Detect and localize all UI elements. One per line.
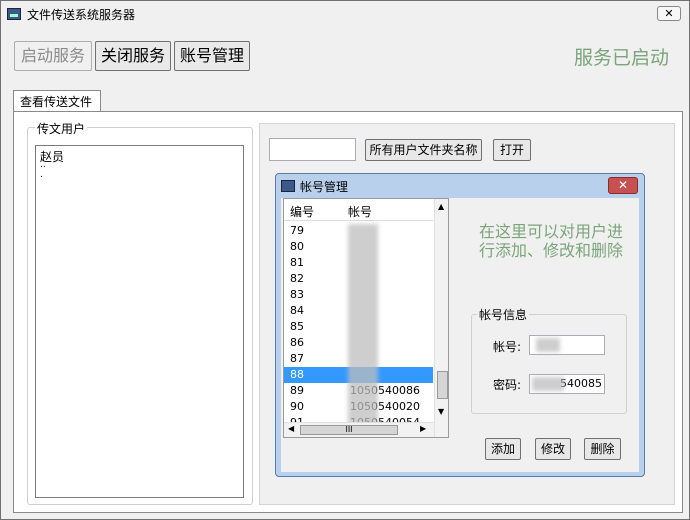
row-id: 88 — [290, 368, 304, 381]
redaction-blur — [536, 338, 560, 352]
scroll-right-icon[interactable]: ▶ — [420, 424, 426, 433]
dialog-icon — [281, 180, 295, 192]
account-dialog: 帐号管理 ✕ 编号 帐号 79 80 81 82 83 84 85 86 87 88 89 10505… — [275, 173, 645, 477]
column-header-id[interactable]: 编号 — [290, 203, 314, 220]
row-id: 87 — [290, 352, 304, 365]
dialog-body: 编号 帐号 79 80 81 82 83 84 85 86 87 88 89 1050540086 90… — [281, 198, 639, 472]
account-field[interactable] — [529, 335, 605, 355]
grid-header: 编号 帐号 — [284, 199, 433, 221]
redaction-blur — [532, 377, 564, 391]
row-id: 86 — [290, 336, 304, 349]
open-button[interactable]: 打开 — [493, 139, 531, 161]
scroll-up-icon[interactable]: ▲ — [438, 202, 444, 211]
row-id: 90 — [290, 400, 304, 413]
hint-text: 在这里可以对用户进行添加、修改和删除 — [479, 222, 624, 260]
users-list[interactable]: 赵员 .. . — [35, 145, 244, 498]
service-status: 服务已启动 — [573, 47, 669, 69]
account-management-button[interactable]: 账号管理 — [174, 41, 250, 71]
hscroll-thumb[interactable]: III — [300, 425, 398, 435]
server-window: 文件传送系统服务器 ✕ 启动服务 关闭服务 账号管理 服务已启动 查看传送文件 … — [0, 0, 690, 520]
start-service-button[interactable]: 启动服务 — [14, 41, 92, 71]
horizontal-scrollbar[interactable]: ◀ III ▶ — [284, 422, 434, 437]
account-label: 帐号: — [493, 340, 522, 354]
delete-account-button[interactable]: 删除 — [584, 438, 621, 460]
close-window-button[interactable]: ✕ — [657, 6, 681, 21]
tab-view-files[interactable]: 查看传送文件 — [13, 90, 101, 112]
edit-account-button[interactable]: 修改 — [535, 438, 571, 460]
row-id: 79 — [290, 224, 304, 237]
scroll-thumb[interactable] — [437, 371, 448, 399]
all-folder-names-button[interactable]: 所有用户文件夹名称 — [365, 139, 482, 161]
row-id: 89 — [290, 384, 304, 397]
vertical-scrollbar[interactable]: ▲ ▼ — [434, 199, 448, 437]
password-label: 密码: — [493, 378, 522, 392]
title-bar: 文件传送系统服务器 ✕ — [1, 1, 689, 27]
stop-service-button[interactable]: 关闭服务 — [95, 41, 171, 71]
window-title: 文件传送系统服务器 — [27, 8, 136, 22]
list-item[interactable]: . — [40, 170, 43, 180]
list-item[interactable]: .. — [40, 160, 46, 170]
add-account-button[interactable]: 添加 — [485, 438, 521, 460]
redaction-blur — [348, 224, 378, 429]
account-info-label: 帐号信息 — [477, 306, 530, 323]
row-id: 81 — [290, 256, 304, 269]
users-group-label: 传文用户 — [35, 120, 88, 137]
column-header-account[interactable]: 帐号 — [348, 203, 372, 220]
dialog-title: 帐号管理 — [300, 180, 349, 194]
row-id: 83 — [290, 288, 304, 301]
folder-input[interactable] — [269, 138, 356, 161]
app-icon — [7, 8, 21, 20]
row-id: 84 — [290, 304, 304, 317]
row-id: 80 — [290, 240, 304, 253]
account-info-group — [471, 314, 627, 414]
row-id: 82 — [290, 272, 304, 285]
accounts-grid[interactable]: 编号 帐号 79 80 81 82 83 84 85 86 87 88 89 1050540086 90… — [283, 198, 449, 438]
scroll-left-icon[interactable]: ◀ — [288, 424, 294, 433]
dialog-close-button[interactable]: ✕ — [608, 177, 638, 194]
row-id: 85 — [290, 320, 304, 333]
scroll-down-icon[interactable]: ▼ — [438, 407, 444, 416]
password-field[interactable]: 540085 — [529, 374, 605, 394]
